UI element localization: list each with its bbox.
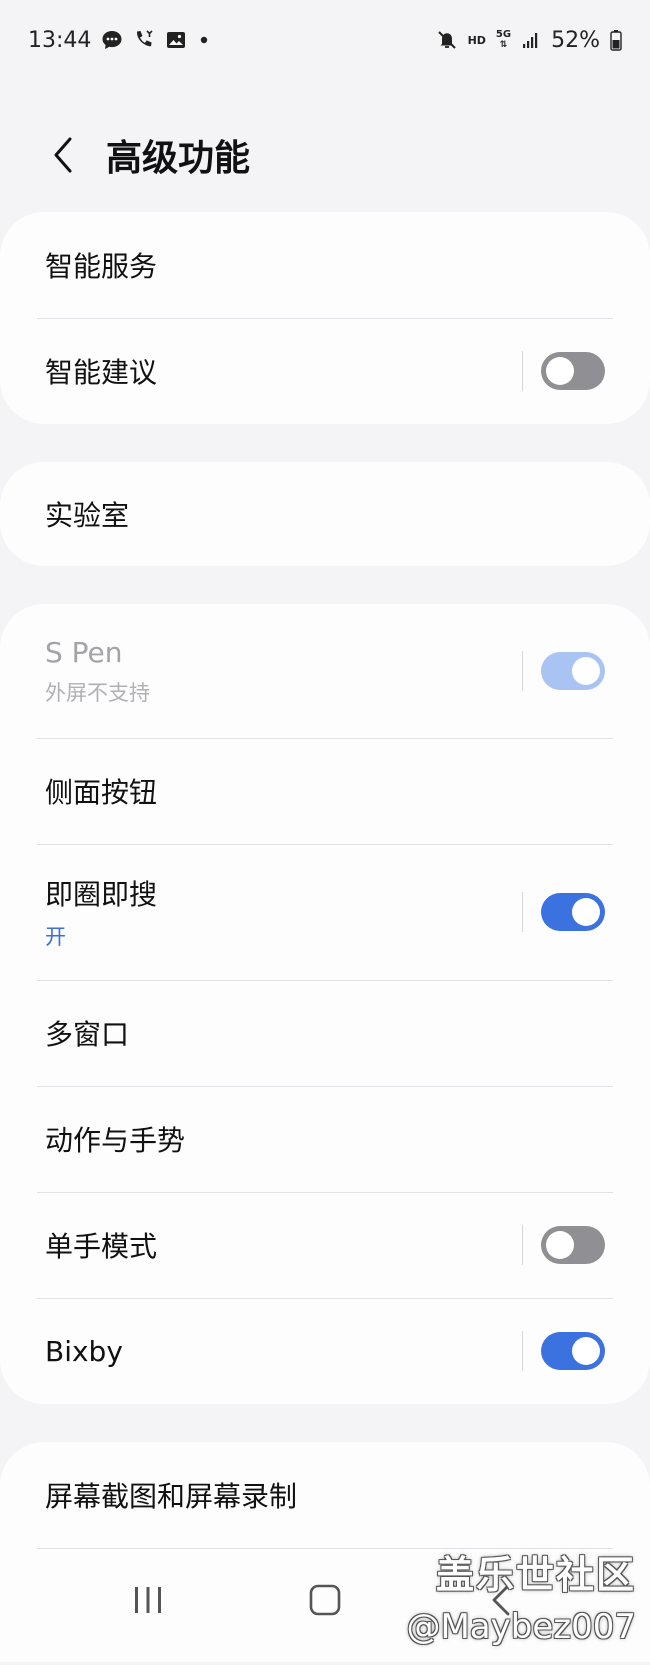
bixby-item[interactable]: Bixby [0, 1298, 650, 1404]
row-label: 单手模式 [45, 1230, 158, 1263]
smart-services-item[interactable]: 智能服务 [0, 212, 650, 318]
row-label: 实验室 [45, 499, 130, 532]
gallery-icon [165, 29, 187, 51]
smart-suggestions-toggle[interactable] [541, 352, 605, 390]
chevron-left-icon [54, 137, 72, 173]
signal-icon [521, 30, 541, 50]
row-label: 智能建议 [45, 356, 158, 389]
message-icon [101, 29, 123, 51]
page-title: 高级功能 [106, 138, 251, 179]
dot-icon [197, 33, 211, 47]
recents-icon [135, 1587, 162, 1613]
smart-suggestions-item[interactable]: 智能建议 [0, 318, 650, 424]
row-label: Bixby [45, 1334, 123, 1368]
row-sublabel: 开 [45, 925, 66, 949]
row-label: 多窗口 [45, 1018, 130, 1051]
circle-to-search-toggle[interactable] [541, 893, 605, 931]
vertical-divider [522, 1331, 523, 1371]
one-handed-mode-toggle[interactable] [541, 1226, 605, 1264]
mute-icon [436, 29, 458, 51]
back-nav-icon [492, 1584, 510, 1616]
status-right: HD 5G ⇅ 52% [436, 28, 622, 53]
row-label: 即圈即搜 [45, 878, 158, 911]
hd-icon: HD [467, 33, 486, 47]
status-left: 13:44 [28, 28, 211, 53]
settings-group-intelligence: 智能服务 智能建议 [0, 212, 650, 424]
s-pen-toggle [541, 652, 605, 690]
row-label: 智能服务 [45, 250, 158, 283]
battery-percent: 52% [551, 27, 600, 53]
home-button[interactable] [285, 1570, 365, 1630]
network-type: 5G [495, 29, 512, 40]
vertical-divider [522, 651, 523, 691]
settings-group-features: S Pen 外屏不支持 侧面按钮 即圈即搜 开 多窗口 动作与手势 单手模式 B… [0, 604, 650, 1404]
multi-window-item[interactable]: 多窗口 [0, 980, 650, 1086]
labs-item[interactable]: 实验室 [0, 462, 650, 566]
one-handed-mode-item[interactable]: 单手模式 [0, 1192, 650, 1298]
vertical-divider [522, 351, 523, 391]
recents-button[interactable] [108, 1570, 188, 1630]
vertical-divider [522, 1225, 523, 1265]
missed-call-icon [133, 29, 155, 51]
5g-icon: 5G ⇅ [495, 29, 512, 51]
s-pen-item: S Pen 外屏不支持 [0, 604, 650, 738]
home-icon [309, 1584, 341, 1616]
circle-to-search-item[interactable]: 即圈即搜 开 [0, 844, 650, 980]
status-bar: 13:44 HD 5G ⇅ 52% [0, 0, 650, 80]
settings-group-labs: 实验室 [0, 462, 650, 566]
back-button[interactable] [28, 120, 98, 190]
bixby-toggle[interactable] [541, 1332, 605, 1370]
vertical-divider [522, 892, 523, 932]
battery-icon [610, 29, 622, 51]
row-label: 侧面按钮 [45, 776, 158, 809]
row-label: 屏幕截图和屏幕录制 [45, 1480, 298, 1513]
back-nav-button[interactable] [462, 1570, 542, 1630]
navigation-bar [0, 1535, 650, 1665]
row-label: 动作与手势 [45, 1124, 186, 1157]
screenshots-recording-item[interactable]: 屏幕截图和屏幕录制 [0, 1442, 650, 1548]
data-arrows-icon: ⇅ [499, 40, 508, 50]
row-label: S Pen [45, 635, 123, 669]
side-button-item[interactable]: 侧面按钮 [0, 738, 650, 844]
status-time: 13:44 [28, 27, 92, 53]
row-sublabel: 外屏不支持 [45, 680, 150, 705]
header: 高级功能 [0, 115, 650, 195]
motions-gestures-item[interactable]: 动作与手势 [0, 1086, 650, 1192]
